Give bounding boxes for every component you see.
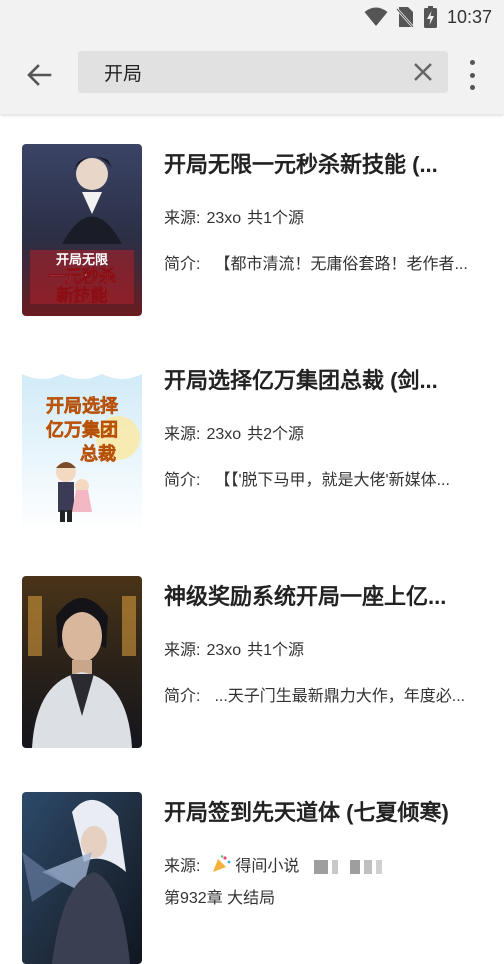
more-vert-icon-dot — [469, 85, 475, 90]
intro-text: 【【'脱下马甲，就是大佬'新媒体... — [214, 472, 450, 489]
cover-title-line: 开局无限 — [56, 253, 109, 268]
book-item[interactable]: 开局签到先天道体 (七夏倾寒) 来源: 得间小说 第932章 大结局 — [0, 762, 504, 964]
wifi-icon — [364, 7, 388, 27]
book-source: 来源: 23xo 共1个源 — [164, 204, 486, 228]
source-count: 共1个源 — [247, 642, 305, 659]
book-latest-chapter: 第932章 大结局 — [164, 890, 276, 907]
cover-title-line: 新技能 — [57, 285, 108, 306]
search-input[interactable] — [104, 51, 404, 93]
battery-charging-icon — [423, 6, 437, 28]
cover-title-line: 亿万集团 — [46, 419, 118, 441]
book-cover — [22, 576, 142, 748]
book-title: 开局无限一元秒杀新技能 (... — [164, 152, 438, 177]
source-count: 共1个源 — [247, 210, 305, 227]
book-source: 来源: 得间小说 — [164, 852, 486, 878]
cover-title-line: 一元秒杀 — [48, 266, 116, 287]
arrow-left-icon — [27, 64, 52, 86]
book-title: 神级奖励系统开局一座上亿... — [164, 584, 447, 609]
intro-text: ...天子门生最新鼎力大作，年度必... — [214, 688, 466, 705]
status-icons: 10:37 — [364, 5, 492, 29]
source-count: 共2个源 — [247, 426, 305, 443]
cover-title-line: 总裁 — [80, 443, 116, 465]
source-name: 23xo — [206, 426, 242, 443]
book-title: 开局签到先天道体 (七夏倾寒) — [164, 800, 449, 825]
book-source: 来源: 23xo 共2个源 — [164, 420, 486, 444]
cover-title-line: 开局选择 — [46, 395, 119, 417]
clear-search-button[interactable] — [412, 61, 434, 83]
book-intro: 简介: ...天子门生最新鼎力大作，年度必... — [164, 682, 486, 706]
source-name: 得间小说 — [235, 858, 300, 875]
party-popper-icon — [211, 855, 231, 878]
intro-label: 简介: — [164, 688, 201, 705]
intro-label: 简介: — [164, 472, 201, 489]
source-label: 来源: — [164, 858, 201, 875]
source-label: 来源: — [164, 210, 201, 227]
blurred-content — [350, 859, 361, 874]
blurred-content — [314, 859, 329, 874]
status-bar: 10:37 — [0, 0, 504, 34]
more-options-button[interactable] — [464, 60, 480, 90]
close-icon — [414, 63, 432, 81]
source-label: 来源: — [164, 642, 201, 659]
intro-text: 【都市清流！无庸俗套路！老作者... — [214, 256, 468, 273]
blurred-content — [376, 859, 383, 874]
blurred-content — [332, 859, 339, 874]
more-vert-icon-dot — [469, 60, 475, 65]
book-cover: 开局无限 一元秒杀 新技能 — [22, 144, 142, 316]
app-bar — [0, 34, 504, 114]
source-name: 23xo — [206, 210, 242, 227]
status-time: 10:37 — [446, 6, 492, 27]
blurred-content — [364, 859, 373, 874]
book-item[interactable]: 开局无限 一元秒杀 新技能 开局无限一元秒杀新技能 (... 来源: 23xo 共1… — [0, 114, 504, 316]
back-button[interactable] — [22, 58, 56, 92]
book-title: 开局选择亿万集团总裁 (剑... — [164, 368, 438, 393]
book-item[interactable]: 开局选择 亿万集团 总裁 开局选择亿万集团总裁 (剑... 来源: 23xo 共2个… — [0, 330, 504, 532]
source-label: 来源: — [164, 426, 201, 443]
book-cover — [22, 792, 142, 964]
no-sim-icon — [396, 6, 414, 28]
book-cover: 开局选择 亿万集团 总裁 — [22, 360, 142, 532]
more-vert-icon-dot — [469, 72, 475, 78]
book-item[interactable]: 神级奖励系统开局一座上亿... 来源: 23xo 共1个源 简介: ...天子门生最新… — [0, 546, 504, 748]
book-intro: 简介: 【【'脱下马甲，就是大佬'新媒体... — [164, 466, 486, 490]
source-name: 23xo — [206, 642, 242, 659]
search-box[interactable] — [78, 51, 448, 93]
book-intro: 简介: 【都市清流！无庸俗套路！老作者... — [164, 250, 486, 274]
book-source: 来源: 23xo 共1个源 — [164, 636, 486, 660]
intro-label: 简介: — [164, 256, 201, 273]
